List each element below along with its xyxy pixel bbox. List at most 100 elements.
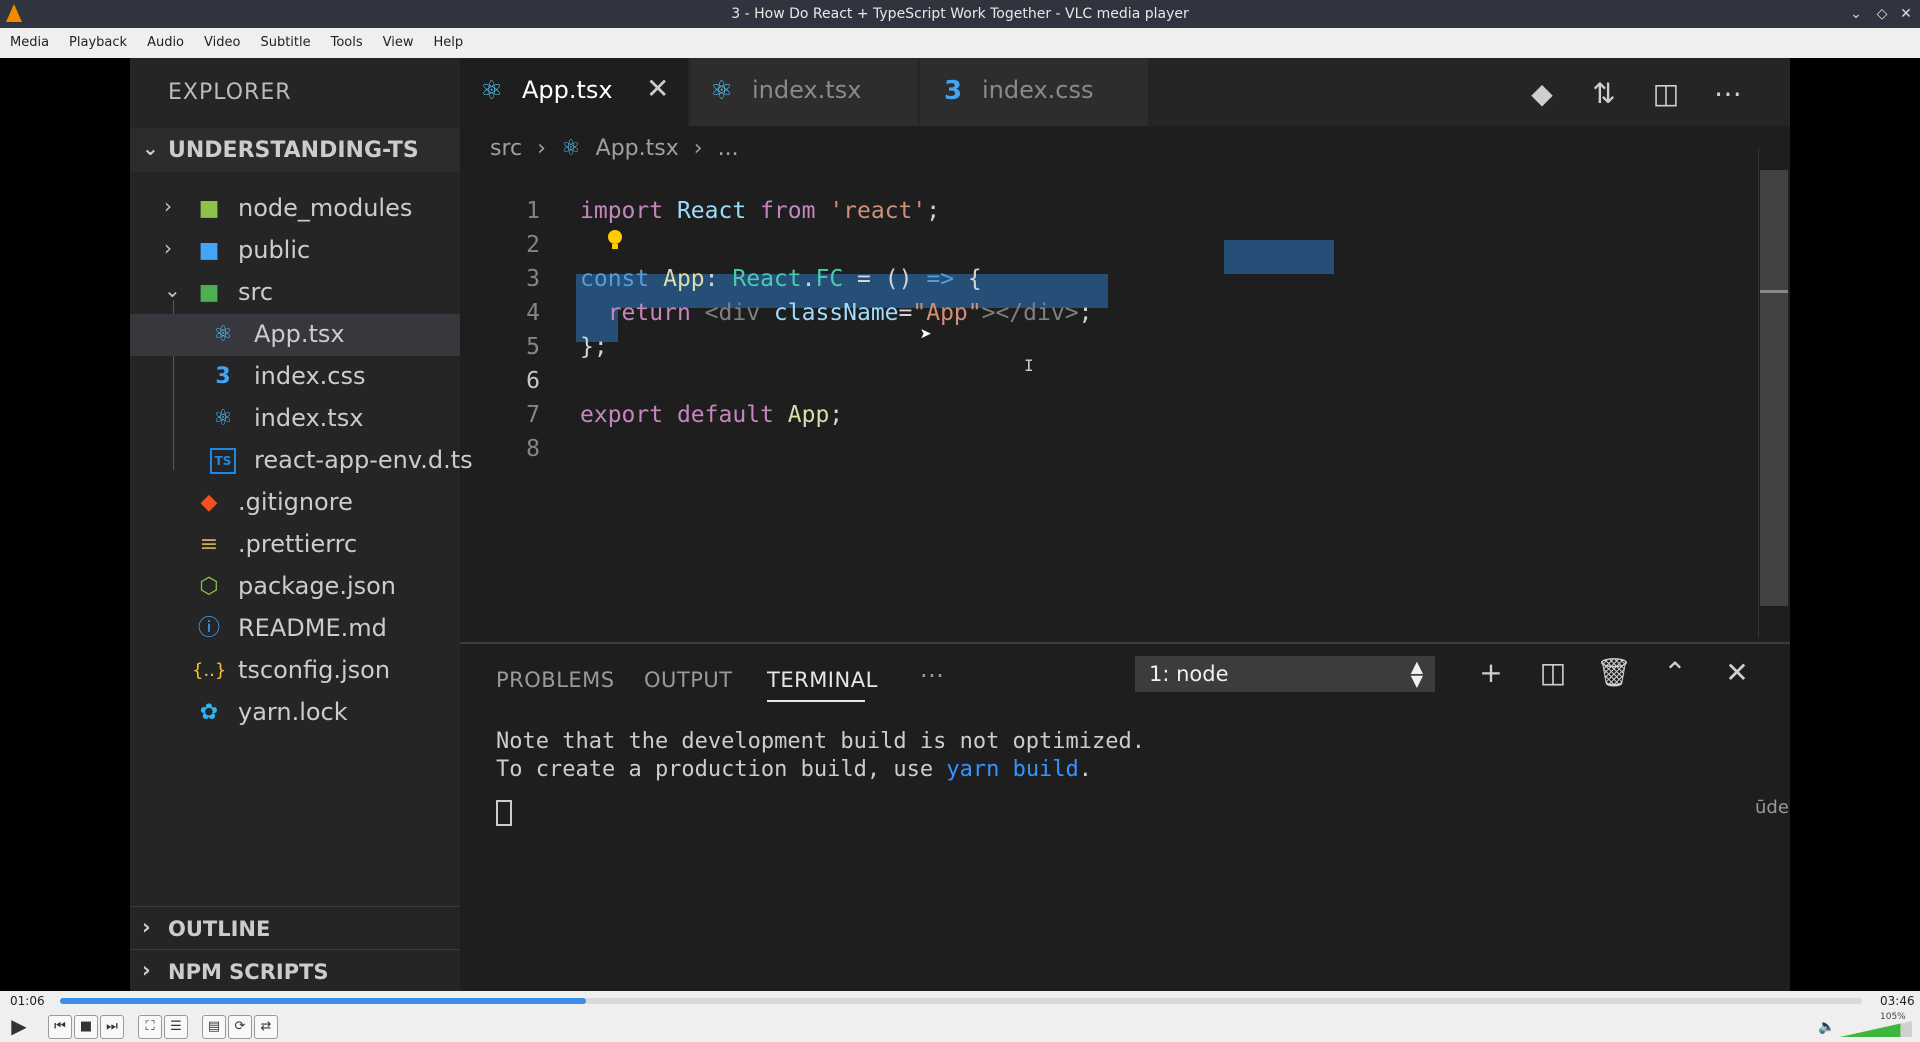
line-number: 5 [526,334,540,360]
chevron-right-icon: › [142,915,151,939]
tab-output[interactable]: OUTPUT [644,668,733,692]
lightbulb-icon[interactable] [608,230,622,249]
split-terminal-icon[interactable]: ◫ [1536,656,1570,690]
breadcrumb-folder[interactable]: src [490,136,522,161]
tree-item-package-json[interactable]: ⬡ package.json [130,566,460,608]
seek-progress [60,998,587,1004]
terminal-select[interactable]: 1: node ▲ ▼ [1135,656,1435,692]
tree-item-yarn-lock[interactable]: ✿ yarn.lock [130,692,460,734]
text-cursor-icon: I [1024,356,1034,375]
panel-more-button[interactable]: ··· [920,662,944,690]
menu-media[interactable]: Media [0,28,59,58]
playlist-button[interactable]: ▤ [202,1015,226,1039]
chevron-down-icon: ⌄ [164,278,181,302]
editor-scrollbar[interactable] [1760,170,1788,606]
extended-settings-button[interactable]: ☰ [164,1015,188,1039]
project-header[interactable]: ⌄ UNDERSTANDING-TS [130,128,460,172]
prettier-icon: ≡ [199,532,219,557]
fullscreen-button[interactable]: ⛶ [138,1015,162,1039]
token: return [607,300,691,326]
loop-button[interactable]: ⟳ [228,1015,252,1039]
tree-item-app-tsx[interactable]: ⚛ App.tsx [130,314,460,356]
breadcrumb-file[interactable]: App.tsx [596,136,679,161]
tree-item-public[interactable]: › ■ public [130,230,460,272]
terminal-output[interactable]: Note that the development build is not o… [496,728,1145,784]
stop-button[interactable]: ■ [74,1015,98,1039]
close-window-icon[interactable]: ✕ [1896,4,1916,24]
outline-section[interactable]: › OUTLINE [130,906,460,951]
project-name: UNDERSTANDING-TS [168,138,419,163]
next-button[interactable]: ⏭ [100,1015,124,1039]
new-terminal-icon[interactable]: + [1474,656,1508,690]
tree-item-react-app-env[interactable]: TS react-app-env.d.ts [130,440,473,482]
outline-label: OUTLINE [168,917,271,941]
volume-slider[interactable] [1840,1021,1912,1037]
code-line: 7 export default App; [460,400,1730,434]
total-time: 03:46 [1880,994,1915,1008]
breadcrumb-more[interactable]: ... [718,136,739,161]
tree-item-readme[interactable]: ⓘ README.md [130,608,460,650]
shuffle-button[interactable]: ⇄ [254,1015,278,1039]
json-icon: {..} [192,660,227,681]
tab-label: App.tsx [522,76,613,104]
git-compare-icon[interactable]: ◆ [1524,76,1560,112]
tree-item-tsconfig[interactable]: {..} tsconfig.json [130,650,460,692]
maximize-icon[interactable]: ◇ [1872,4,1892,24]
tab-terminal[interactable]: TERMINAL [767,668,878,692]
previous-button[interactable]: ⏮ [48,1015,72,1039]
terminal-line: . [1078,757,1093,782]
menu-audio[interactable]: Audio [137,28,194,58]
menu-tools[interactable]: Tools [321,28,373,58]
chevron-right-icon: › [693,136,703,161]
open-changes-icon[interactable]: ⇅ [1586,76,1622,112]
minimize-icon[interactable]: ⌄ [1846,4,1866,24]
explorer-title: EXPLORER [168,80,292,105]
menu-subtitle[interactable]: Subtitle [250,28,320,58]
tree-item-index-css[interactable]: 3 index.css [130,356,460,398]
menu-help[interactable]: Help [424,28,474,58]
token: default [676,402,774,428]
split-editor-icon[interactable]: ◫ [1648,76,1684,112]
tree-item-label: react-app-env.d.ts [254,446,473,474]
code-text: import React from 'react'; [580,198,940,224]
code-text: }; [580,334,608,360]
window-title: 3 - How Do React + TypeScript Work Toget… [731,6,1189,22]
token: React [732,266,802,292]
code-line: 4 return <div className="App"></div>; [460,298,1730,332]
npm-scripts-section[interactable]: › NPM SCRIPTS [130,949,460,991]
token: ; [926,198,941,224]
play-button[interactable]: ▶ [6,1013,32,1039]
tab-problems[interactable]: PROBLEMS [496,668,615,692]
menu-view[interactable]: View [373,28,424,58]
typescript-icon: TS [210,448,236,474]
seek-bar[interactable] [60,998,1862,1004]
code-text: return <div className="App"></div>; [580,300,1093,326]
menu-playback[interactable]: Playback [59,28,137,58]
menu-video[interactable]: Video [194,28,250,58]
close-icon[interactable]: ✕ [646,72,669,105]
close-panel-icon[interactable]: ✕ [1720,656,1754,690]
tree-item-node-modules[interactable]: › ■ node_modules [130,188,460,230]
tab-app-tsx[interactable]: ⚛ App.tsx ✕ [460,58,688,126]
css-icon: 3 [944,76,963,106]
trash-icon[interactable]: 🗑 [1596,656,1632,690]
token: const [580,266,650,292]
terminal-line: To create a production build, use [496,757,947,782]
chevron-up-icon[interactable]: ⌃ [1658,656,1692,690]
tree-item-gitignore[interactable]: ◆ .gitignore [130,482,460,524]
code-editor[interactable]: 1 import React from 'react'; 2 3 const A… [460,170,1730,640]
tab-index-css[interactable]: 3 index.css [920,58,1148,126]
token: . [801,266,816,292]
tree-item-index-tsx[interactable]: ⚛ index.tsx [130,398,460,440]
tab-index-tsx[interactable]: ⚛ index.tsx [690,58,918,126]
chevron-down-icon: ⌄ [142,136,159,160]
terminal-command-link: yarn build [946,757,1079,782]
code-line: 8 [460,434,1730,468]
active-tab-indicator [767,700,865,702]
video-area[interactable]: EXPLORER ⌄ UNDERSTANDING-TS › ■ node_mod… [0,58,1920,991]
terminal-cursor [496,800,512,826]
speaker-icon[interactable]: 🔈 [1818,1019,1835,1035]
tree-item-src[interactable]: ⌄ ■ src [130,272,460,314]
tree-item-prettierrc[interactable]: ≡ .prettierrc [130,524,460,566]
more-actions-icon[interactable]: ⋯ [1710,76,1746,112]
